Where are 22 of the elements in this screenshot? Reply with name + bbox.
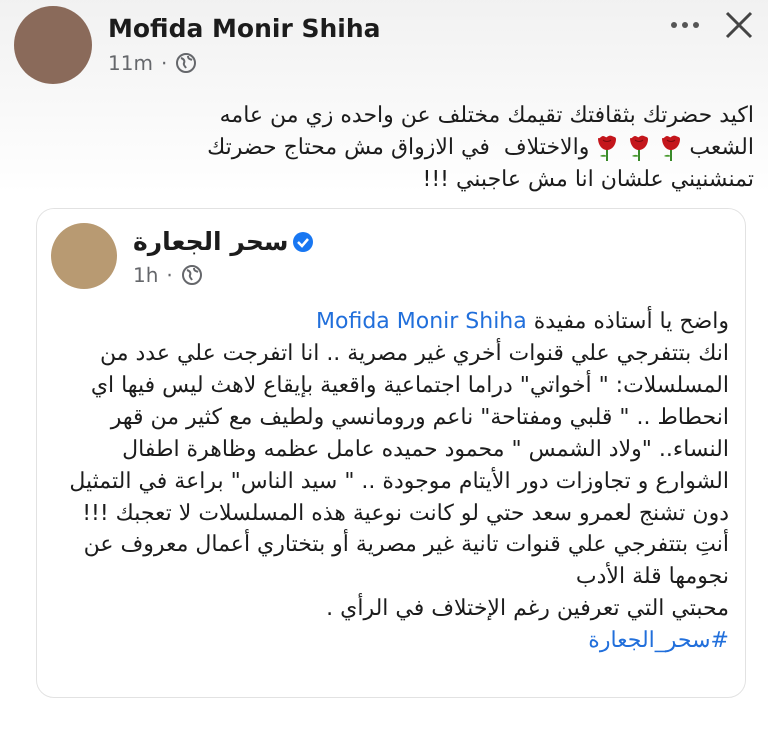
post-time[interactable]: 11m <box>108 48 153 78</box>
separator-dot: · <box>166 262 173 290</box>
post-paragraph: أنتِ بتتفرجي علي قنوات تانية غير مصرية أو بتختاري أعمال معروف عن نجومها قلة الأدب <box>51 529 729 594</box>
globe-icon <box>180 264 203 286</box>
rose-icon <box>596 134 618 162</box>
post-paragraph: محبتي التي تعرفين رغم الإختلاف في الرأي . <box>51 593 729 626</box>
separator-dot: · <box>160 50 168 76</box>
author-name[interactable]: سحر الجعارة <box>133 222 288 260</box>
post-text: اكيد حضرتك بثقافتك تقيمك مختلف عن واحده زي من عامه <box>220 102 754 130</box>
rose-icon <box>628 134 650 162</box>
post-text: تمنشنيني علشان انا مش عاجبني !!! <box>422 166 754 194</box>
mention-link[interactable]: Mofida Monir Shiha <box>316 309 527 334</box>
more-options-icon[interactable] <box>670 21 700 29</box>
post-text: والاختلاف في الازواق مش محتاج حضرتك <box>207 134 590 162</box>
rose-icon <box>660 134 682 162</box>
post-text: الشعب <box>689 134 754 162</box>
globe-icon <box>175 52 198 74</box>
hashtag-link[interactable]: #سحر_الجعارة <box>588 628 729 654</box>
close-icon[interactable] <box>724 10 754 40</box>
author-name[interactable]: Mofida Monir Shiha <box>108 10 654 48</box>
post-time[interactable]: 1h <box>133 260 158 290</box>
post-paragraph: انك بتتفرجي علي قنوات أخري غير مصرية .. انا اتفرجت علي عدد من المسلسلات: " أخواتي" دراما اجتماعية واقعية بإيقاع لاهث ليس فيها اي انحطاط .. " قلبي ومفتاحة" ناعم ورومانسي ولطيف مع كثير من قهر النساء.. "ولاد الشمس " محمود حميده عامل عظمه وظاهرة اطفال الشوارع و تجاوزات دور الأيتام موجودة .. " سيد الناس" براعة في التمثيل دون تشنج لعمرو سعد حتي لو كانت نوعية هذه المسلسلات لا تعجبك !!! <box>51 338 729 530</box>
